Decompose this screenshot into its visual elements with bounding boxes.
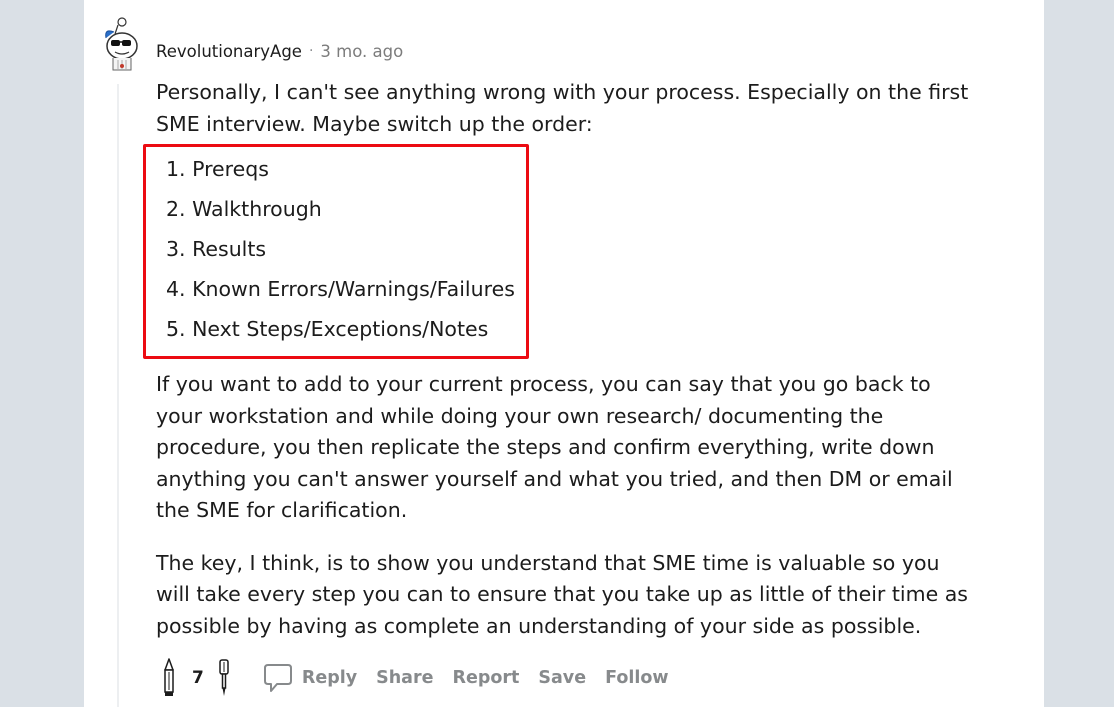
ordered-list: 1. Prereqs 2. Walkthrough 3. Results 4. …	[166, 150, 515, 350]
save-label: Save	[538, 668, 587, 688]
paragraph-process: If you want to add to your current proce…	[156, 372, 953, 522]
author-name[interactable]: RevolutionaryAge	[156, 42, 302, 61]
share-button[interactable]: Share	[376, 668, 433, 688]
reply-label: Reply	[301, 668, 358, 688]
comment-timestamp[interactable]: 3 mo. ago	[320, 42, 403, 61]
list-item: 2. Walkthrough	[166, 197, 322, 221]
comment-actions: 7 Reply Share Report Save Follow	[160, 656, 688, 700]
thread-line[interactable]	[117, 84, 119, 707]
list-item: 3. Results	[166, 237, 267, 261]
reply-button[interactable]: Reply	[263, 662, 357, 694]
comment-header: RevolutionaryAge · 3 mo. ago	[156, 40, 403, 62]
pencil-upvote-icon[interactable]	[160, 658, 178, 698]
report-label: Report	[452, 668, 520, 688]
meta-separator: ·	[308, 43, 314, 59]
list-item: 4. Known Errors/Warnings/Failures	[166, 277, 515, 301]
follow-label: Follow	[605, 668, 669, 688]
comment-body-rest: If you want to add to your current proce…	[156, 369, 976, 642]
speech-bubble-icon	[263, 664, 292, 692]
comment-body-intro: Personally, I can't see anything wrong w…	[156, 76, 976, 140]
share-label: Share	[376, 668, 434, 688]
list-item: 1. Prereqs	[166, 157, 269, 181]
snoo-sunglasses-avatar-icon[interactable]	[100, 16, 140, 74]
paragraph-key: The key, I think, is to show you underst…	[156, 550, 968, 638]
vote-count: 7	[192, 668, 204, 688]
list-item: 5. Next Steps/Exceptions/Notes	[166, 317, 489, 341]
screwdriver-downvote-icon[interactable]	[215, 658, 233, 698]
report-button[interactable]: Report	[453, 668, 520, 688]
intro-paragraph: Personally, I can't see anything wrong w…	[156, 80, 969, 136]
save-button[interactable]: Save	[538, 668, 586, 688]
follow-button[interactable]: Follow	[605, 668, 668, 688]
